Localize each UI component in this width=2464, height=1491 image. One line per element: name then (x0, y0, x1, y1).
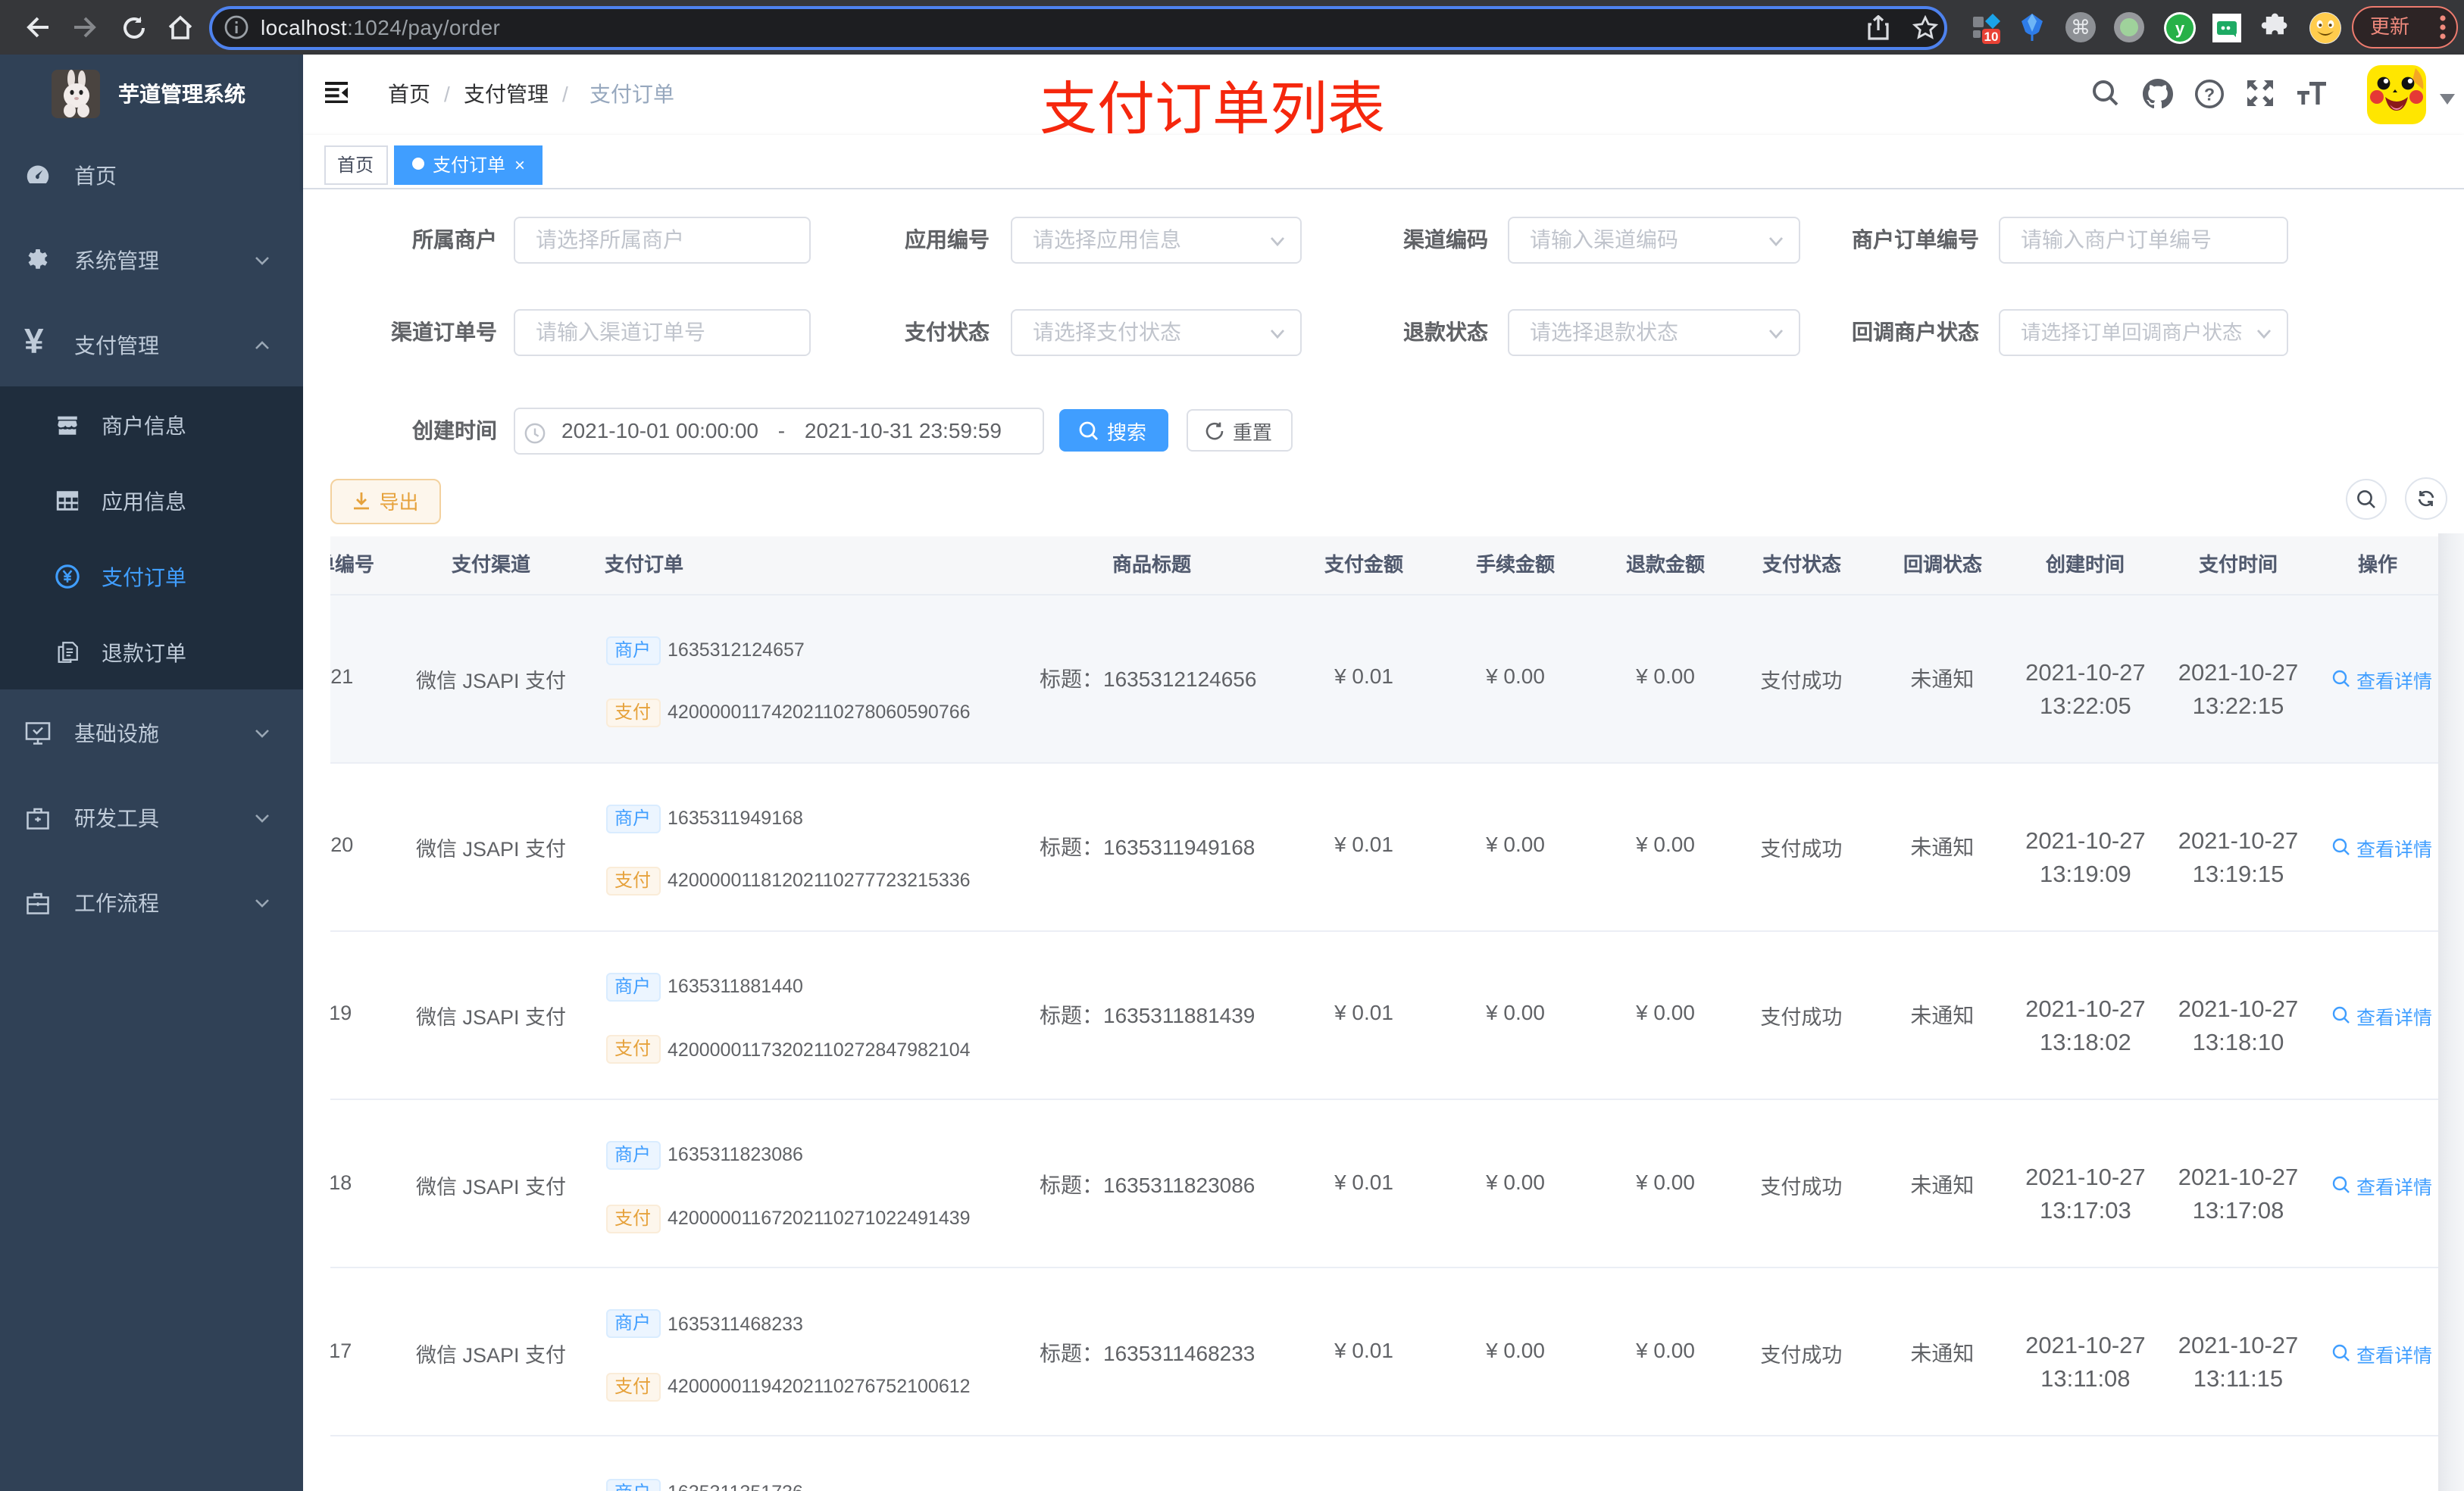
svg-text:⌘: ⌘ (2071, 16, 2090, 39)
svg-text:?: ? (2204, 84, 2215, 104)
svg-text:10: 10 (1984, 30, 1999, 44)
svg-text:y: y (2175, 18, 2184, 37)
